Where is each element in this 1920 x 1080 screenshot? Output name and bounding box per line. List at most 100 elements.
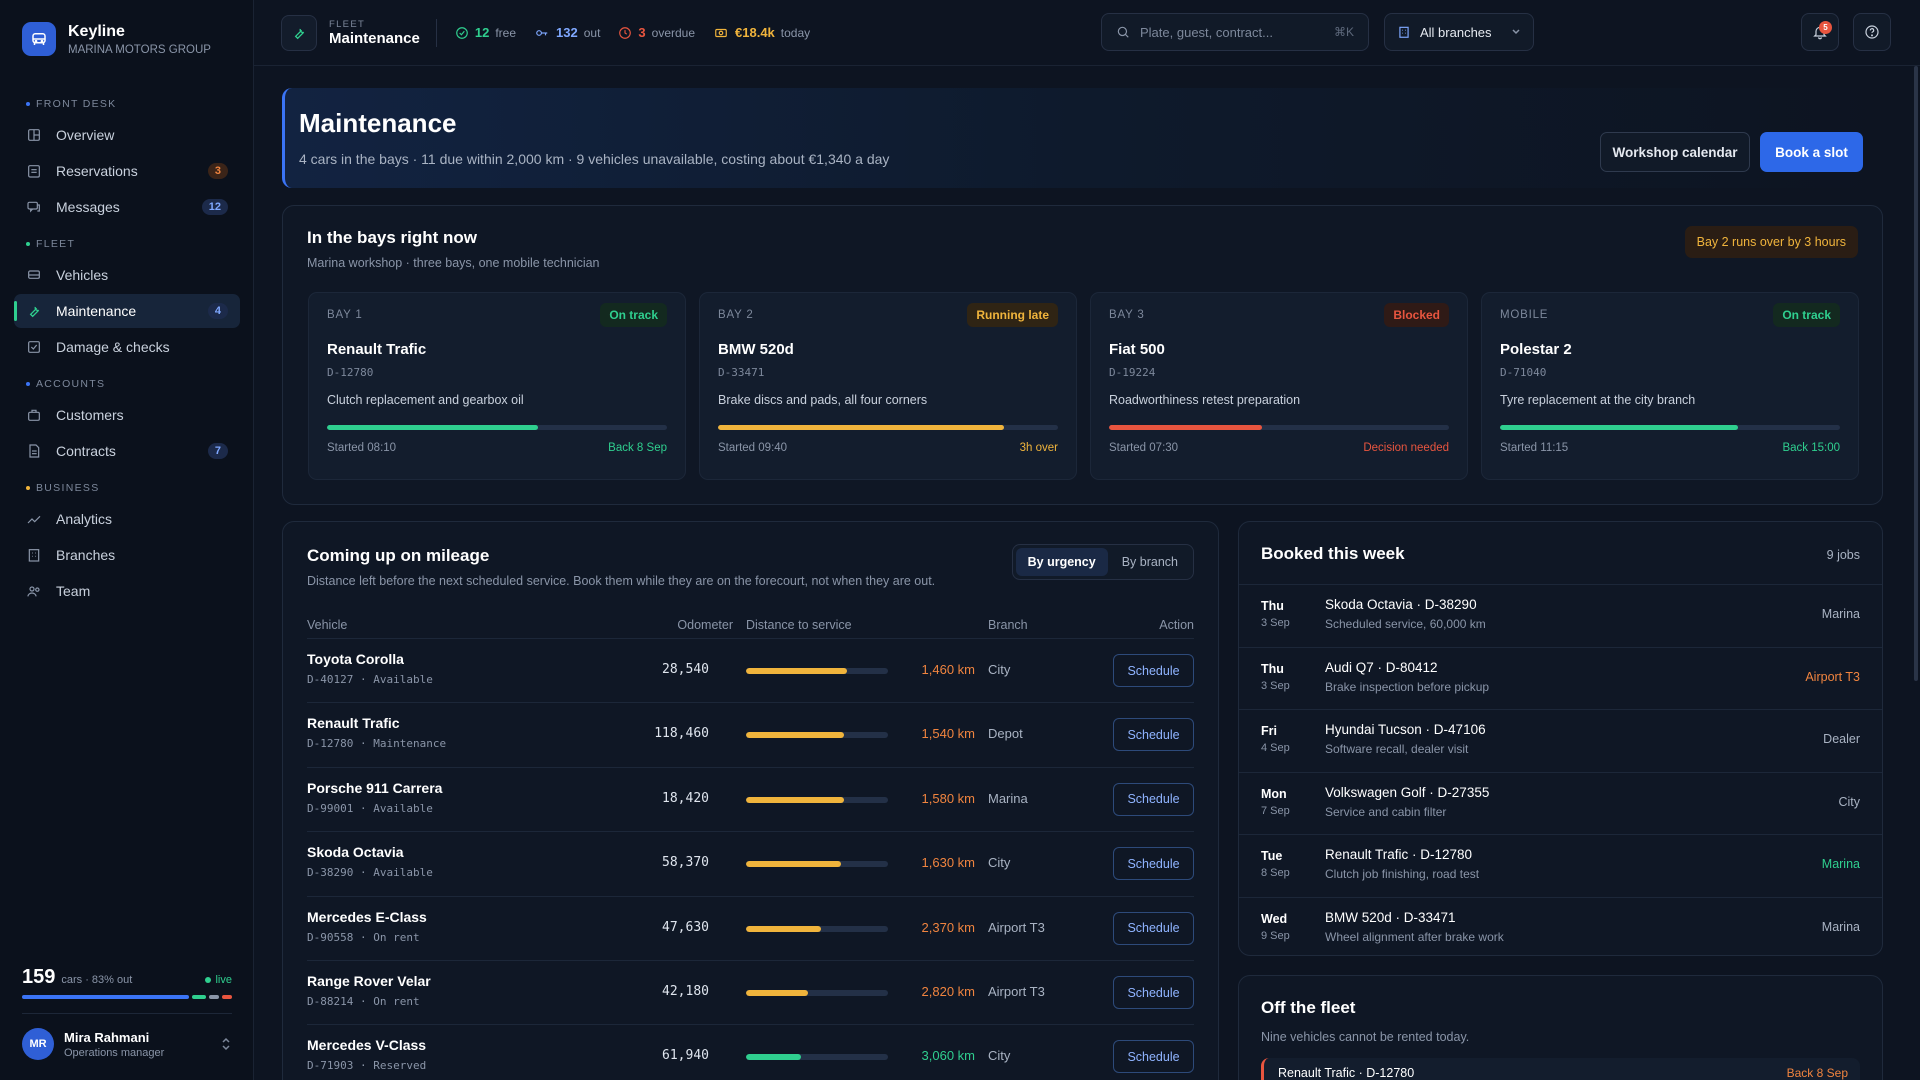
sidebar-item-reservations[interactable]: Reservations 3 — [14, 154, 240, 188]
table-row[interactable]: Porsche 911 Carrera D-99001 · Available … — [307, 766, 1194, 831]
bay-job: Clutch replacement and gearbox oil — [327, 393, 524, 407]
sidebar-item-team[interactable]: Team — [14, 574, 240, 608]
off-fleet-eta: Back 8 Sep — [1786, 1066, 1848, 1080]
tab-by-branch[interactable]: By branch — [1110, 548, 1190, 576]
off-fleet-title: Off the fleet — [1261, 998, 1356, 1017]
bay-job: Roadworthiness retest preparation — [1109, 393, 1301, 407]
key-icon — [536, 29, 548, 36]
page-scrollbar[interactable] — [1914, 66, 1918, 681]
chevron-updown-icon — [222, 1037, 230, 1051]
branch-select-value: All branches — [1420, 24, 1492, 40]
notification-count-badge: 5 — [1819, 21, 1832, 34]
sidebar-item-contracts[interactable]: Contracts 7 — [14, 434, 240, 468]
sidebar-item-maintenance[interactable]: Maintenance 4 — [14, 294, 240, 328]
help-button[interactable] — [1853, 13, 1891, 51]
odometer-value: 28,540 — [662, 662, 709, 677]
tab-by-urgency[interactable]: By urgency — [1015, 548, 1108, 576]
notifications-button[interactable]: 5 — [1801, 13, 1839, 51]
fleet-bar-segment — [221, 995, 232, 999]
branch-name: City — [988, 662, 1011, 677]
book-slot-button[interactable]: Book a slot — [1760, 132, 1863, 172]
schedule-button[interactable]: Schedule — [1113, 911, 1194, 945]
wrench-icon[interactable] — [281, 14, 317, 51]
wrench-icon — [29, 306, 40, 318]
table-row[interactable]: Range Rover Velar D-88214 · On rent 42,1… — [307, 960, 1194, 1024]
job-date: 4 Sep — [1261, 742, 1290, 754]
col-vehicle[interactable]: Vehicle — [307, 618, 347, 632]
schedule-button[interactable]: Schedule — [1113, 976, 1194, 1009]
table-row[interactable]: Skoda Octavia D-38290 · Available 58,370… — [307, 831, 1194, 895]
bay-started: Started 11:15 — [1500, 442, 1569, 454]
sidebar-item-overview[interactable]: Overview — [14, 118, 240, 152]
odometer-value: 42,180 — [662, 984, 709, 999]
branch-select[interactable]: All branches — [1384, 13, 1534, 51]
schedule-button[interactable]: Schedule — [1113, 1040, 1194, 1074]
list-item[interactable]: Fri 4 Sep Hyundai Tucson · D-47106 Softw… — [1239, 709, 1882, 772]
list-item[interactable]: Tue 8 Sep Renault Trafic · D-12780 Clutc… — [1239, 834, 1882, 897]
sidebar-item-analytics[interactable]: Analytics — [14, 502, 240, 536]
car-icon — [28, 270, 40, 279]
user-menu[interactable]: MR Mira Rahmani Operations manager — [22, 1013, 232, 1080]
odometer-value: 61,940 — [662, 1048, 709, 1064]
stat-out: 132 out — [534, 25, 600, 40]
brand[interactable]: Keyline MARINA MOTORS GROUP — [22, 22, 211, 56]
bay-started: Started 08:10 — [327, 442, 397, 454]
table-row[interactable]: Mercedes E-Class D-90558 · On rent 47,63… — [307, 895, 1194, 960]
job-day: Thu — [1261, 599, 1284, 613]
distance-km: 1,580 km — [921, 790, 975, 806]
nav-section-fleet: FLEET — [14, 232, 240, 256]
table-row[interactable]: Mercedes V-Class D-71903 · Reserved 61,9… — [307, 1024, 1194, 1080]
sidebar-item-vehicles[interactable]: Vehicles — [14, 258, 240, 292]
sidebar-item-customers[interactable]: Customers — [14, 398, 240, 432]
live-indicator: live — [205, 974, 232, 986]
job-day: Tue — [1261, 849, 1283, 863]
sidebar-item-messages[interactable]: Messages 12 — [14, 190, 240, 224]
checklist-icon — [28, 341, 40, 353]
list-item[interactable]: Thu 3 Sep Skoda Octavia · D-38290 Schedu… — [1239, 584, 1882, 647]
job-branch: Marina — [1821, 607, 1860, 621]
search-input[interactable]: Plate, guest, contract... ⌘K — [1101, 13, 1369, 51]
schedule-button[interactable]: Schedule — [1113, 847, 1194, 881]
odometer-value: 18,420 — [662, 790, 709, 806]
col-distance[interactable]: Distance to service — [746, 618, 852, 632]
avatar: MR — [22, 1028, 54, 1060]
job-description: Software recall, dealer visit — [1325, 742, 1469, 756]
bay-card[interactable]: BAY 2 Running late BMW 520d D-33471 Brak… — [699, 292, 1077, 480]
schedule-button[interactable]: Schedule — [1113, 782, 1194, 816]
off-fleet-item[interactable]: Renault Trafic · D-12780 Back 8 Sep — [1261, 1058, 1860, 1080]
table-row[interactable]: Renault Trafic D-12780 · Maintenance 118… — [307, 702, 1194, 766]
vehicle-plate-status: D-71903 · Reserved — [307, 1059, 427, 1073]
bay-card[interactable]: BAY 3 Blocked Fiat 500 D-19224 Roadworth… — [1090, 292, 1468, 480]
col-odometer[interactable]: Odometer — [677, 618, 733, 632]
sidebar: Keyline MARINA MOTORS GROUP FRONT DESK O… — [0, 0, 254, 1080]
workshop-calendar-button[interactable]: Workshop calendar — [1600, 132, 1750, 172]
mileage-title: Coming up on mileage — [307, 546, 490, 565]
sidebar-item-branches[interactable]: Branches — [14, 538, 240, 572]
bay-card[interactable]: BAY 1 On track Renault Trafic D-12780 Cl… — [308, 292, 686, 480]
job-date: 9 Sep — [1261, 929, 1290, 942]
job-car: Skoda Octavia · D-38290 — [1325, 597, 1477, 612]
chat-icon — [27, 201, 40, 213]
distance-bar — [746, 1054, 888, 1061]
bay-card[interactable]: MOBILE On track Polestar 2 D-71040 Tyre … — [1481, 292, 1859, 480]
off-fleet-car: Renault Trafic · D-12780 — [1278, 1066, 1415, 1080]
sidebar-item-damage[interactable]: Damage & checks — [14, 330, 240, 364]
schedule-button[interactable]: Schedule — [1113, 718, 1194, 752]
job-description: Scheduled service, 60,000 km — [1325, 617, 1486, 631]
table-row[interactable]: Toyota Corolla D-40127 · Available 28,54… — [307, 638, 1194, 702]
vehicle-name: Range Rover Velar — [307, 973, 431, 989]
col-branch[interactable]: Branch — [988, 618, 1028, 632]
list-item[interactable]: Wed 9 Sep BMW 520d · D-33471 Wheel align… — [1239, 896, 1882, 960]
job-description: Wheel alignment after brake work — [1325, 929, 1504, 944]
list-item[interactable]: Mon 7 Sep Volkswagen Golf · D-27355 Serv… — [1239, 771, 1882, 835]
bay-eta: 3h over — [1019, 442, 1058, 454]
odometer-value: 47,630 — [662, 919, 709, 935]
job-branch: Dealer — [1823, 732, 1860, 746]
page-breadcrumb: FLEET Maintenance — [329, 18, 437, 47]
vehicle-name: Toyota Corolla — [307, 651, 404, 667]
bay-eta: Back 8 Sep — [608, 442, 667, 454]
schedule-button[interactable]: Schedule — [1113, 654, 1194, 687]
sidebar-item-label: Team — [56, 583, 91, 599]
list-item[interactable]: Thu 3 Sep Audi Q7 · D-80412 Brake inspec… — [1239, 646, 1882, 710]
job-day: Fri — [1261, 724, 1277, 738]
